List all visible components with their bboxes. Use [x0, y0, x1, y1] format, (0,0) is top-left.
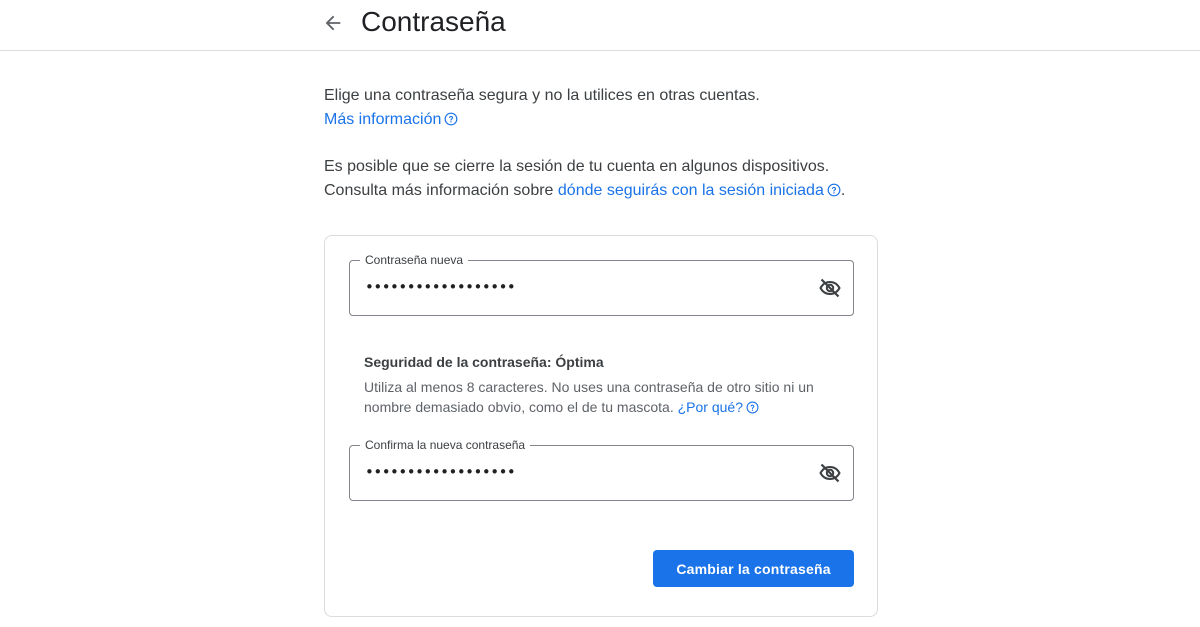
page-header: Contraseña — [0, 0, 1200, 51]
confirm-password-value[interactable]: •••••••••••••••••• — [365, 463, 516, 481]
session-notice: Es posible que se cierre la sesión de tu… — [324, 155, 924, 205]
arrow-left-icon — [325, 15, 341, 31]
help-circle-icon[interactable] — [444, 110, 458, 134]
why-link[interactable]: ¿Por qué? — [678, 399, 743, 415]
help-circle-icon[interactable] — [827, 181, 841, 205]
password-strength-title: Seguridad de la contraseña: Óptima — [364, 354, 604, 370]
toggle-new-password-visibility-button[interactable] — [817, 275, 843, 301]
more-info-link[interactable]: Más información — [324, 111, 441, 128]
eye-off-icon — [819, 463, 841, 483]
password-form-card: Contraseña nueva •••••••••••••••••• Segu… — [324, 235, 878, 617]
session-notice-line1: Es posible que se cierre la sesión de tu… — [324, 158, 830, 175]
new-password-label: Contraseña nueva — [360, 252, 469, 268]
change-password-button[interactable]: Cambiar la contraseña — [653, 550, 854, 587]
intro-description: Elige una contraseña segura y no la util… — [324, 87, 760, 104]
confirm-password-label: Confirma la nueva contraseña — [360, 437, 531, 453]
intro-text: Elige una contraseña segura y no la util… — [324, 84, 884, 134]
password-strength: Seguridad de la contraseña: Óptima Utili… — [364, 352, 844, 419]
confirm-password-field[interactable]: Confirma la nueva contraseña •••••••••••… — [349, 437, 854, 501]
help-circle-icon[interactable] — [746, 399, 759, 419]
session-notice-suffix: . — [840, 182, 846, 199]
password-strength-description: Utiliza al menos 8 caracteres. No uses u… — [364, 377, 844, 419]
session-devices-link[interactable]: dónde seguirás con la sesión iniciada — [558, 182, 824, 199]
page-title: Contraseña — [361, 6, 506, 37]
new-password-field[interactable]: Contraseña nueva •••••••••••••••••• — [349, 252, 854, 316]
toggle-confirm-password-visibility-button[interactable] — [817, 460, 843, 486]
session-notice-prefix: Consulta más información sobre — [324, 182, 558, 199]
back-button[interactable] — [318, 8, 348, 38]
new-password-value[interactable]: •••••••••••••••••• — [365, 278, 516, 296]
eye-off-icon — [819, 278, 841, 298]
